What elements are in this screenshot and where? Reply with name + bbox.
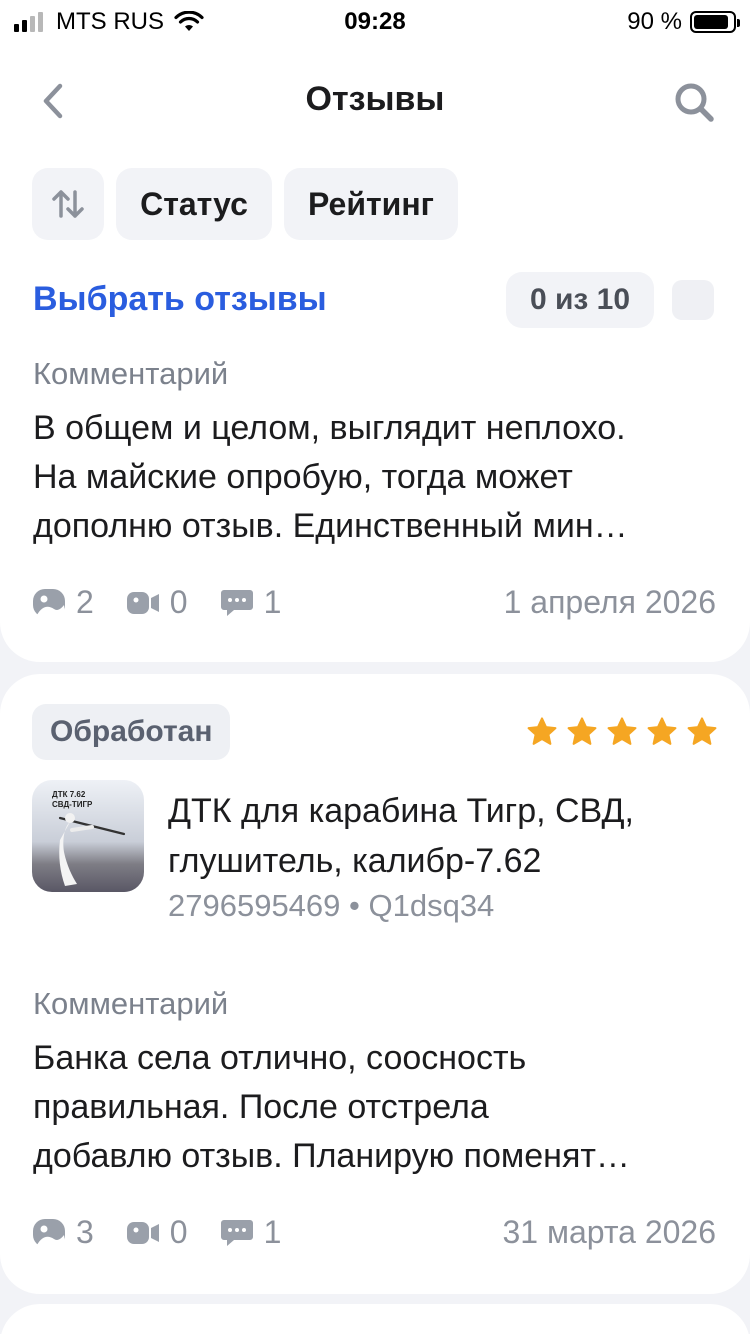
product-title-line: глушитель, калибр-7.62	[168, 842, 542, 880]
star-icon	[647, 717, 677, 745]
review-stats: 2 0 1	[32, 584, 313, 621]
star-icon	[527, 717, 557, 745]
review-comment[interactable]: Банка села отлично, соосность правильная…	[33, 1034, 723, 1181]
sort-arrows-icon	[52, 190, 84, 218]
videos-stat: 0	[126, 584, 188, 621]
star-icon	[567, 717, 597, 745]
rating-stars	[518, 716, 718, 748]
review-date: 1 апреля 2026	[503, 584, 716, 620]
videos-stat: 0	[126, 1214, 188, 1251]
search-button[interactable]	[670, 78, 720, 128]
review-card[interactable]: Обработан ДТК 7.62 СВД-ТИГР ДТК для кара…	[0, 674, 750, 1294]
status-badge: Обработан	[32, 704, 231, 760]
photos-stat: 2	[32, 584, 94, 621]
search-icon	[675, 83, 714, 122]
photo-icon	[33, 588, 65, 617]
videos-count: 0	[169, 584, 188, 620]
battery-icon	[690, 11, 740, 33]
video-icon	[126, 591, 159, 614]
status-right: 90 %	[627, 8, 740, 36]
replies-count: 1	[263, 584, 282, 620]
comment-line: добавлю отзыв. Планирую поменят…	[33, 1137, 630, 1175]
replies-count: 1	[263, 1214, 282, 1250]
reviews-header-card: Отзывы Статус Рейтинг Выбрать отзывы 0 и…	[0, 40, 750, 662]
replies-stat: 1	[220, 584, 282, 621]
comment-line: Банка села отлично, соосность	[33, 1039, 527, 1077]
battery-fill	[694, 15, 729, 29]
chat-bubble-icon	[220, 589, 253, 616]
product-image[interactable]: ДТК 7.62 СВД-ТИГР	[32, 780, 144, 892]
star-icon	[687, 717, 717, 745]
photos-count: 2	[76, 584, 94, 620]
select-reviews-link[interactable]: Выбрать отзывы	[33, 280, 327, 319]
battery-percent: 90 %	[627, 8, 682, 35]
sort-button[interactable]	[32, 168, 104, 240]
status-filter-chip[interactable]: Статус	[116, 168, 272, 240]
next-review-card[interactable]	[0, 1304, 750, 1334]
comment-label: Комментарий	[33, 986, 229, 1021]
review-comment[interactable]: В общем и целом, выглядит неплохо. На ма…	[33, 404, 723, 551]
status-bar: MTS RUS 09:28 90 %	[0, 0, 750, 40]
review-date: 31 марта 2026	[502, 1214, 716, 1250]
page-title: Отзывы	[305, 80, 445, 118]
comment-line: На майские опробую, тогда может	[33, 458, 573, 496]
videos-count: 0	[169, 1214, 188, 1250]
product-title[interactable]: ДТК для карабина Тигр, СВД, глушитель, к…	[168, 786, 728, 886]
select-all-checkbox[interactable]	[672, 280, 714, 320]
photo-icon	[33, 1218, 65, 1247]
rating-filter-chip[interactable]: Рейтинг	[284, 168, 458, 240]
photos-count: 3	[76, 1214, 94, 1250]
chat-bubble-icon	[220, 1219, 253, 1246]
comment-line: дополню отзыв. Единственный мин…	[33, 507, 628, 545]
review-stats: 3 0 1	[32, 1214, 313, 1251]
star-icon	[607, 717, 637, 745]
video-icon	[126, 1221, 159, 1244]
nav-bar: Отзывы	[0, 40, 750, 160]
replies-stat: 1	[220, 1214, 282, 1251]
filter-bar: Статус Рейтинг	[32, 168, 470, 240]
product-title-line: ДТК для карабина Тигр, СВД,	[168, 792, 634, 830]
comment-line: правильная. После отстрела	[33, 1088, 489, 1126]
selected-counter: 0 из 10	[506, 272, 654, 328]
photos-stat: 3	[32, 1214, 94, 1251]
product-article: 2796595469 • Q1dsq34	[168, 888, 495, 923]
comment-label: Комментарий	[33, 356, 229, 391]
rifle-shooter-image	[58, 813, 126, 886]
comment-line: В общем и целом, выглядит неплохо.	[33, 409, 626, 447]
